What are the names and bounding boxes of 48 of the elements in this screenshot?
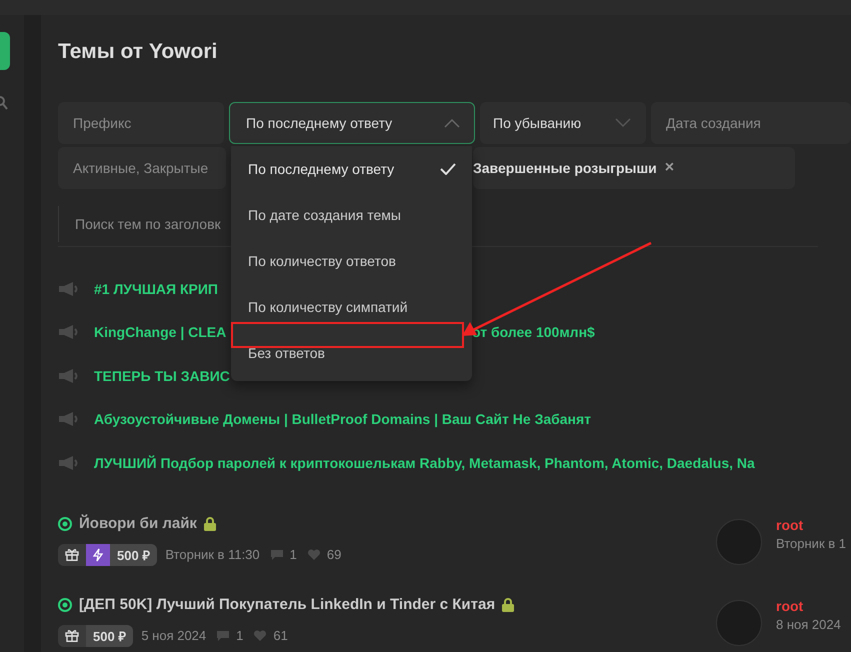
date-field[interactable]: Дата создания [651,102,851,144]
like-count: 61 [273,628,288,643]
thread-link[interactable]: KingChange | CLEA [94,324,226,340]
sort-option[interactable]: По количеству симпатий [231,284,472,330]
comment-icon [270,548,284,560]
like-count: 69 [326,547,342,562]
tag-label: Завершенные розыгрыши [473,160,657,176]
megaphone-icon [58,368,80,384]
reply-count: 1 [236,628,244,643]
thread-link[interactable]: Абузоустойчивые Домены | BulletProof Domains | Ваш Сайт Не Забанят [94,411,592,428]
username-link[interactable]: root [776,516,846,532]
heart-icon [253,630,268,642]
target-icon [58,516,72,530]
thread-link[interactable]: #1 ЛУЧШАЯ КРИП [94,280,218,297]
heart-icon [306,548,321,560]
thread-date: 5 ноя 2024 [141,628,206,643]
sort-select[interactable]: По последнему ответу [229,102,475,144]
thread-title[interactable]: Йовори би лайк [79,515,197,532]
username-link[interactable]: root [776,598,841,614]
target-icon [58,598,72,612]
last-post-date: Вторник в 1 [776,536,846,550]
chevron-icon [444,118,460,128]
megaphone-icon [58,454,80,471]
check-icon [440,163,456,175]
thread-date: Вторник в 11:30 [165,547,260,562]
page-title: Темы от Yowori [58,39,218,65]
chevron-icon [615,118,631,128]
sidebar-button[interactable] [0,32,10,70]
price-label: 500 ₽ [110,544,158,566]
megaphone-icon [58,280,80,297]
sort-option[interactable]: По последнему ответу [231,146,472,192]
thread-link[interactable]: ЛУЧШИЙ Подбор паролей к криптокошелькам Rabby, Metamask, Phantom, Atomic, Daedalus, Na [94,454,755,471]
last-post-date: 8 ноя 2024 [776,616,841,632]
thread-link[interactable]: ТЕПЕРЬ ТЫ ЗАВИС [94,368,230,384]
sort-option[interactable]: По количеству ответов [231,238,472,284]
thread-title[interactable]: [ДЕП 50K] Лучший Покупатель LinkedIn и Tinder с Китая [79,596,496,613]
sort-option[interactable]: По дате создания темы [231,192,472,238]
sort-option[interactable]: Без ответов [231,330,472,376]
order-select[interactable]: По убыванию [480,102,646,144]
megaphone-icon [58,411,80,428]
remove-tag-button[interactable]: × [664,159,674,177]
prefix-field[interactable]: Префикс [58,102,224,144]
price-label: 500 ₽ [86,624,134,646]
reply-count: 1 [290,547,297,562]
lightning-icon [86,544,110,566]
state-filter[interactable]: Активные, Закрытые [58,147,226,189]
comment-icon [216,630,230,642]
megaphone-icon [58,324,80,340]
